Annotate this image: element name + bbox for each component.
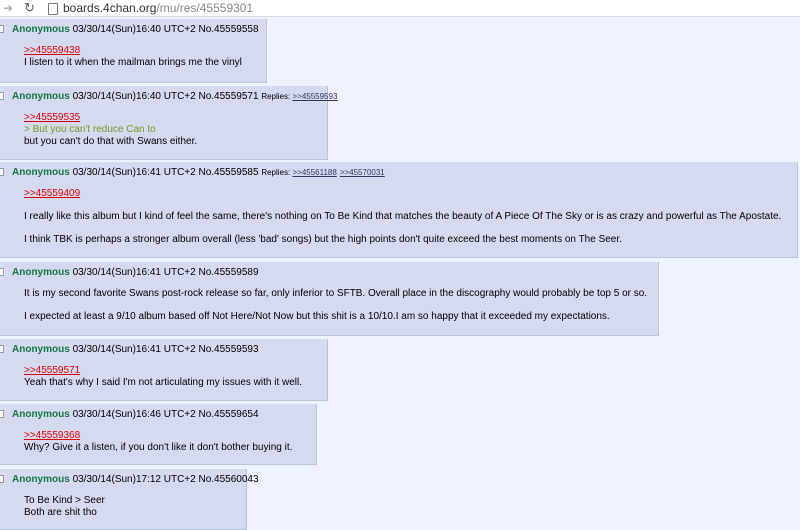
quote-link[interactable]: >>45559571: [24, 365, 302, 377]
post-number[interactable]: No.45559558: [198, 24, 258, 35]
message-line: I expected at least a 9/10 album based o…: [24, 311, 610, 322]
post-checkbox[interactable]: [0, 25, 4, 33]
quote-link[interactable]: >>45559409: [24, 188, 781, 200]
url-host: boards.4chan.org: [63, 1, 157, 15]
post-number[interactable]: No.45559571: [198, 91, 258, 102]
post-datetime: 03/30/14(Sun)16:40 UTC+2: [72, 24, 196, 35]
post-checkbox[interactable]: [0, 410, 4, 418]
quote-link[interactable]: >>45559535: [24, 112, 197, 124]
post-message: It is my second favorite Swans post-rock…: [24, 288, 647, 323]
poster-name: Anonymous: [12, 267, 70, 278]
url-field[interactable]: boards.4chan.org/mu/res/45559301: [63, 1, 253, 15]
backlink[interactable]: >>45570031: [340, 168, 385, 177]
reply-post: Anonymous 03/30/14(Sun)16:41 UTC+2 No.45…: [0, 339, 328, 401]
message-line: To Be Kind > Seer: [24, 495, 105, 506]
post-message: To Be Kind > Seer Both are shit tho: [24, 495, 105, 519]
post-checkbox[interactable]: [0, 92, 4, 100]
post-info: Anonymous 03/30/14(Sun)17:12 UTC+2 No.45…: [12, 474, 259, 485]
post-datetime: 03/30/14(Sun)16:40 UTC+2: [72, 91, 196, 102]
reply-post: Anonymous 03/30/14(Sun)16:40 UTC+2 No.45…: [0, 19, 267, 83]
post-info: Anonymous 03/30/14(Sun)16:41 UTC+2 No.45…: [12, 267, 259, 278]
post-datetime: 03/30/14(Sun)17:12 UTC+2: [72, 474, 196, 485]
post-datetime: 03/30/14(Sun)16:41 UTC+2: [72, 267, 196, 278]
message-line: Why? Give it a listen, if you don't like…: [24, 442, 293, 453]
backlink[interactable]: >>45559593: [292, 92, 337, 101]
post-checkbox[interactable]: [0, 345, 4, 353]
post-info: Anonymous 03/30/14(Sun)16:41 UTC+2 No.45…: [12, 167, 388, 178]
message-line: Yeah that's why I said I'm not articulat…: [24, 377, 303, 388]
backlinks: Replies: >>45559593: [261, 92, 340, 101]
post-checkbox[interactable]: [0, 475, 4, 483]
post-datetime: 03/30/14(Sun)16:46 UTC+2: [72, 409, 196, 420]
post-checkbox[interactable]: [0, 268, 4, 276]
post-message: >>45559368 Why? Give it a listen, if you…: [24, 430, 292, 454]
post-datetime: 03/30/14(Sun)16:41 UTC+2: [72, 344, 196, 355]
poster-name: Anonymous: [12, 409, 70, 420]
message-line: Both are shit tho: [24, 507, 97, 518]
post-datetime: 03/30/14(Sun)16:41 UTC+2: [72, 167, 196, 178]
forward-icon[interactable]: ➜: [3, 1, 13, 15]
post-message: >>45559535 > But you can't reduce Can to…: [24, 112, 197, 148]
post-checkbox[interactable]: [0, 168, 4, 176]
backlinks: Replies: >>45561188 >>45570031: [261, 168, 387, 177]
backlink[interactable]: >>45561188: [292, 168, 336, 177]
post-info: Anonymous 03/30/14(Sun)16:40 UTC+2 No.45…: [12, 24, 259, 35]
post-message: >>45559409 I really like this album but …: [24, 188, 781, 246]
post-number[interactable]: No.45559654: [198, 409, 258, 420]
replies-label: Replies:: [261, 168, 291, 177]
post-number[interactable]: No.45559593: [198, 344, 258, 355]
reply-post: Anonymous 03/30/14(Sun)16:40 UTC+2 No.45…: [0, 86, 337, 160]
reload-icon[interactable]: ↻: [24, 0, 35, 16]
post-number[interactable]: No.45560043: [198, 474, 258, 485]
browser-address-bar: ➜ ↻ boards.4chan.org/mu/res/45559301: [0, 0, 800, 17]
quote-link[interactable]: >>45559438: [24, 45, 242, 57]
poster-name: Anonymous: [12, 24, 70, 35]
replies-label: Replies:: [261, 92, 291, 101]
poster-name: Anonymous: [12, 167, 70, 178]
message-line: I listen to it when the mailman brings m…: [24, 57, 242, 68]
greentext-line: > But you can't reduce Can to: [24, 124, 156, 135]
page-icon: [48, 3, 58, 15]
post-number[interactable]: No.45559589: [198, 267, 258, 278]
reply-post: Anonymous 03/30/14(Sun)17:12 UTC+2 No.45…: [0, 469, 259, 530]
post-info: Anonymous 03/30/14(Sun)16:41 UTC+2 No.45…: [12, 344, 259, 355]
message-line: I really like this album but I kind of f…: [24, 211, 782, 222]
poster-name: Anonymous: [12, 344, 70, 355]
post-message: >>45559571 Yeah that's why I said I'm no…: [24, 365, 302, 389]
reply-post: Anonymous 03/30/14(Sun)16:41 UTC+2 No.45…: [0, 262, 659, 336]
post-message: >>45559438 I listen to it when the mailm…: [24, 45, 242, 69]
quote-link[interactable]: >>45559368: [24, 430, 292, 442]
poster-name: Anonymous: [12, 474, 70, 485]
post-info: Anonymous 03/30/14(Sun)16:46 UTC+2 No.45…: [12, 409, 259, 420]
message-line: It is my second favorite Swans post-rock…: [24, 288, 648, 299]
url-path: /mu/res/45559301: [156, 1, 254, 15]
reply-post: Anonymous 03/30/14(Sun)16:41 UTC+2 No.45…: [0, 162, 798, 258]
message-line: I think TBK is perhaps a stronger album …: [24, 234, 622, 245]
post-info: Anonymous 03/30/14(Sun)16:40 UTC+2 No.45…: [12, 91, 340, 102]
message-line: but you can't do that with Swans either.: [24, 136, 198, 147]
reply-post: Anonymous 03/30/14(Sun)16:46 UTC+2 No.45…: [0, 404, 317, 465]
post-number[interactable]: No.45559585: [198, 167, 258, 178]
poster-name: Anonymous: [12, 91, 70, 102]
